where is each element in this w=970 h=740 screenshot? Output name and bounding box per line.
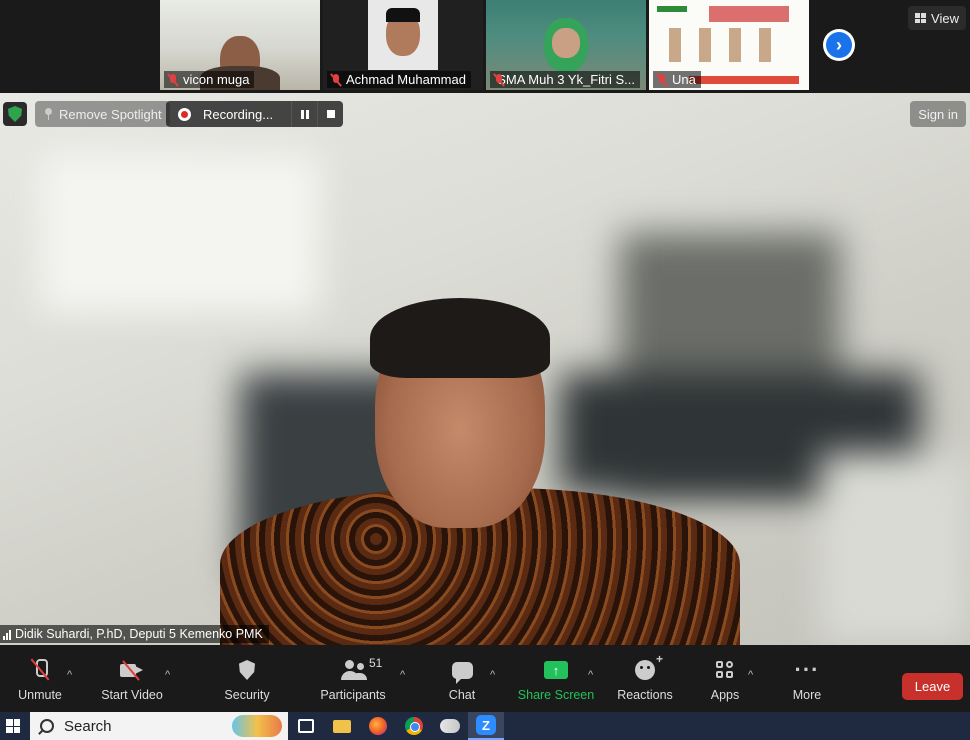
pause-icon	[300, 109, 309, 119]
thumbnail-label: Una	[653, 71, 701, 88]
share-screen-icon: ↑	[544, 661, 568, 679]
participant-name: vicon muga	[183, 72, 250, 87]
participants-label: Participants	[320, 688, 386, 702]
more-icon: ···	[794, 657, 820, 682]
participant-thumbnail[interactable]: vicon muga	[160, 0, 320, 90]
zoom-icon: Z	[476, 715, 496, 735]
remove-spotlight-label: Remove Spotlight	[59, 106, 162, 122]
sign-in-button[interactable]: Sign in	[910, 101, 966, 127]
stop-recording-button[interactable]	[317, 101, 343, 127]
chat-button[interactable]: Chat	[444, 645, 480, 712]
pin-icon	[43, 108, 53, 120]
taskbar-search[interactable]: Search	[30, 712, 288, 740]
windows-start-icon[interactable]	[6, 719, 20, 733]
view-button[interactable]: View	[908, 6, 966, 30]
participants-icon: 51	[339, 656, 382, 680]
search-highlight-image	[232, 715, 282, 737]
sign-in-label: Sign in	[918, 106, 958, 122]
apps-button[interactable]: Apps	[708, 645, 742, 712]
more-label: More	[792, 688, 822, 702]
reactions-icon	[635, 652, 663, 680]
participant-thumbnail[interactable]: Achmad Muhammad	[323, 0, 483, 90]
chat-icon	[451, 661, 473, 684]
chrome-icon	[405, 717, 423, 735]
task-view-icon	[298, 719, 314, 733]
mic-muted-icon	[31, 658, 49, 682]
game-app-button[interactable]	[432, 712, 468, 740]
speaker-name-tag: Didik Suhardi, P.hD, Deputi 5 Kemenko PM…	[0, 625, 269, 643]
reactions-button[interactable]: Reactions	[616, 645, 674, 712]
game-app-icon	[440, 719, 460, 733]
chat-label: Chat	[448, 688, 476, 702]
remove-spotlight-button[interactable]: Remove Spotlight	[35, 101, 170, 127]
zoom-app-button[interactable]: Z	[468, 712, 504, 740]
recording-icon	[178, 107, 191, 121]
recording-label: Recording...	[203, 106, 274, 122]
windows-taskbar: Search Z	[0, 712, 970, 740]
participant-name: Achmad Muhammad	[346, 72, 466, 87]
meeting-toolbar: Unmute ^ Start Video ^ Security 51 Parti…	[0, 645, 970, 712]
camera-off-icon	[120, 660, 144, 681]
folder-icon	[333, 719, 351, 733]
speaker-name: Didik Suhardi, P.hD, Deputi 5 Kemenko PM…	[15, 627, 263, 641]
grid-icon	[915, 13, 927, 23]
view-button-label: View	[931, 10, 959, 26]
participant-name: SMA Muh 3 Yk_Fitri S...	[497, 72, 635, 87]
zoom-meeting-window: vicon muga Achmad Muhammad SMA Muh 3 Yk_…	[0, 0, 970, 740]
thumbnail-label: vicon muga	[164, 71, 255, 88]
video-options-caret[interactable]: ^	[165, 669, 170, 681]
share-options-caret[interactable]: ^	[588, 669, 593, 681]
task-view-button[interactable]	[288, 712, 324, 740]
participants-button[interactable]: 51 Participants	[318, 645, 388, 712]
apps-options-caret[interactable]: ^	[748, 669, 753, 681]
security-button[interactable]: Security	[222, 645, 272, 712]
muted-mic-icon	[656, 73, 668, 87]
share-screen-label: Share Screen	[517, 688, 595, 702]
leave-button[interactable]: Leave	[902, 673, 963, 700]
reactions-label: Reactions	[617, 688, 673, 702]
start-video-label: Start Video	[101, 688, 163, 702]
unmute-options-caret[interactable]: ^	[67, 669, 72, 681]
stop-icon	[326, 110, 335, 118]
search-icon	[40, 719, 54, 733]
leave-label: Leave	[914, 679, 951, 694]
unmute-button[interactable]: Unmute	[14, 645, 66, 712]
chevron-right-icon: ›	[826, 32, 852, 58]
security-status-icon[interactable]	[3, 102, 27, 126]
main-video: Remove Spotlight Recording... Sign in Di…	[0, 93, 970, 645]
speaker-figure	[200, 293, 760, 645]
search-label: Search	[64, 717, 112, 735]
chat-options-caret[interactable]: ^	[490, 669, 495, 681]
muted-mic-icon	[167, 73, 179, 87]
security-label: Security	[224, 688, 270, 702]
chrome-button[interactable]	[396, 712, 432, 740]
muted-mic-icon	[330, 73, 342, 87]
thumbnail-label: Achmad Muhammad	[327, 71, 471, 88]
thumbnail-label: SMA Muh 3 Yk_Fitri S...	[490, 71, 640, 88]
share-screen-button[interactable]: ↑ Share Screen	[518, 645, 594, 712]
participants-options-caret[interactable]: ^	[400, 669, 405, 681]
apps-icon	[716, 661, 734, 679]
thumbnail-strip: vicon muga Achmad Muhammad SMA Muh 3 Yk_…	[0, 0, 970, 93]
next-page-button[interactable]: ›	[823, 29, 855, 61]
signal-bars-icon	[3, 629, 11, 640]
start-video-button[interactable]: Start Video	[100, 645, 164, 712]
apps-label: Apps	[710, 688, 740, 702]
shield-icon	[239, 660, 255, 680]
firefox-button[interactable]	[360, 712, 396, 740]
pause-recording-button[interactable]	[291, 101, 317, 127]
participant-thumbnail[interactable]: SMA Muh 3 Yk_Fitri S...	[486, 0, 646, 90]
participants-count: 51	[369, 656, 383, 670]
recording-bar: Recording...	[166, 101, 343, 127]
participant-thumbnail[interactable]: Una	[649, 0, 809, 90]
more-button[interactable]: ··· More	[790, 645, 824, 712]
unmute-label: Unmute	[18, 688, 62, 702]
firefox-icon	[369, 717, 387, 735]
file-explorer-button[interactable]	[324, 712, 360, 740]
participant-name: Una	[672, 72, 696, 87]
